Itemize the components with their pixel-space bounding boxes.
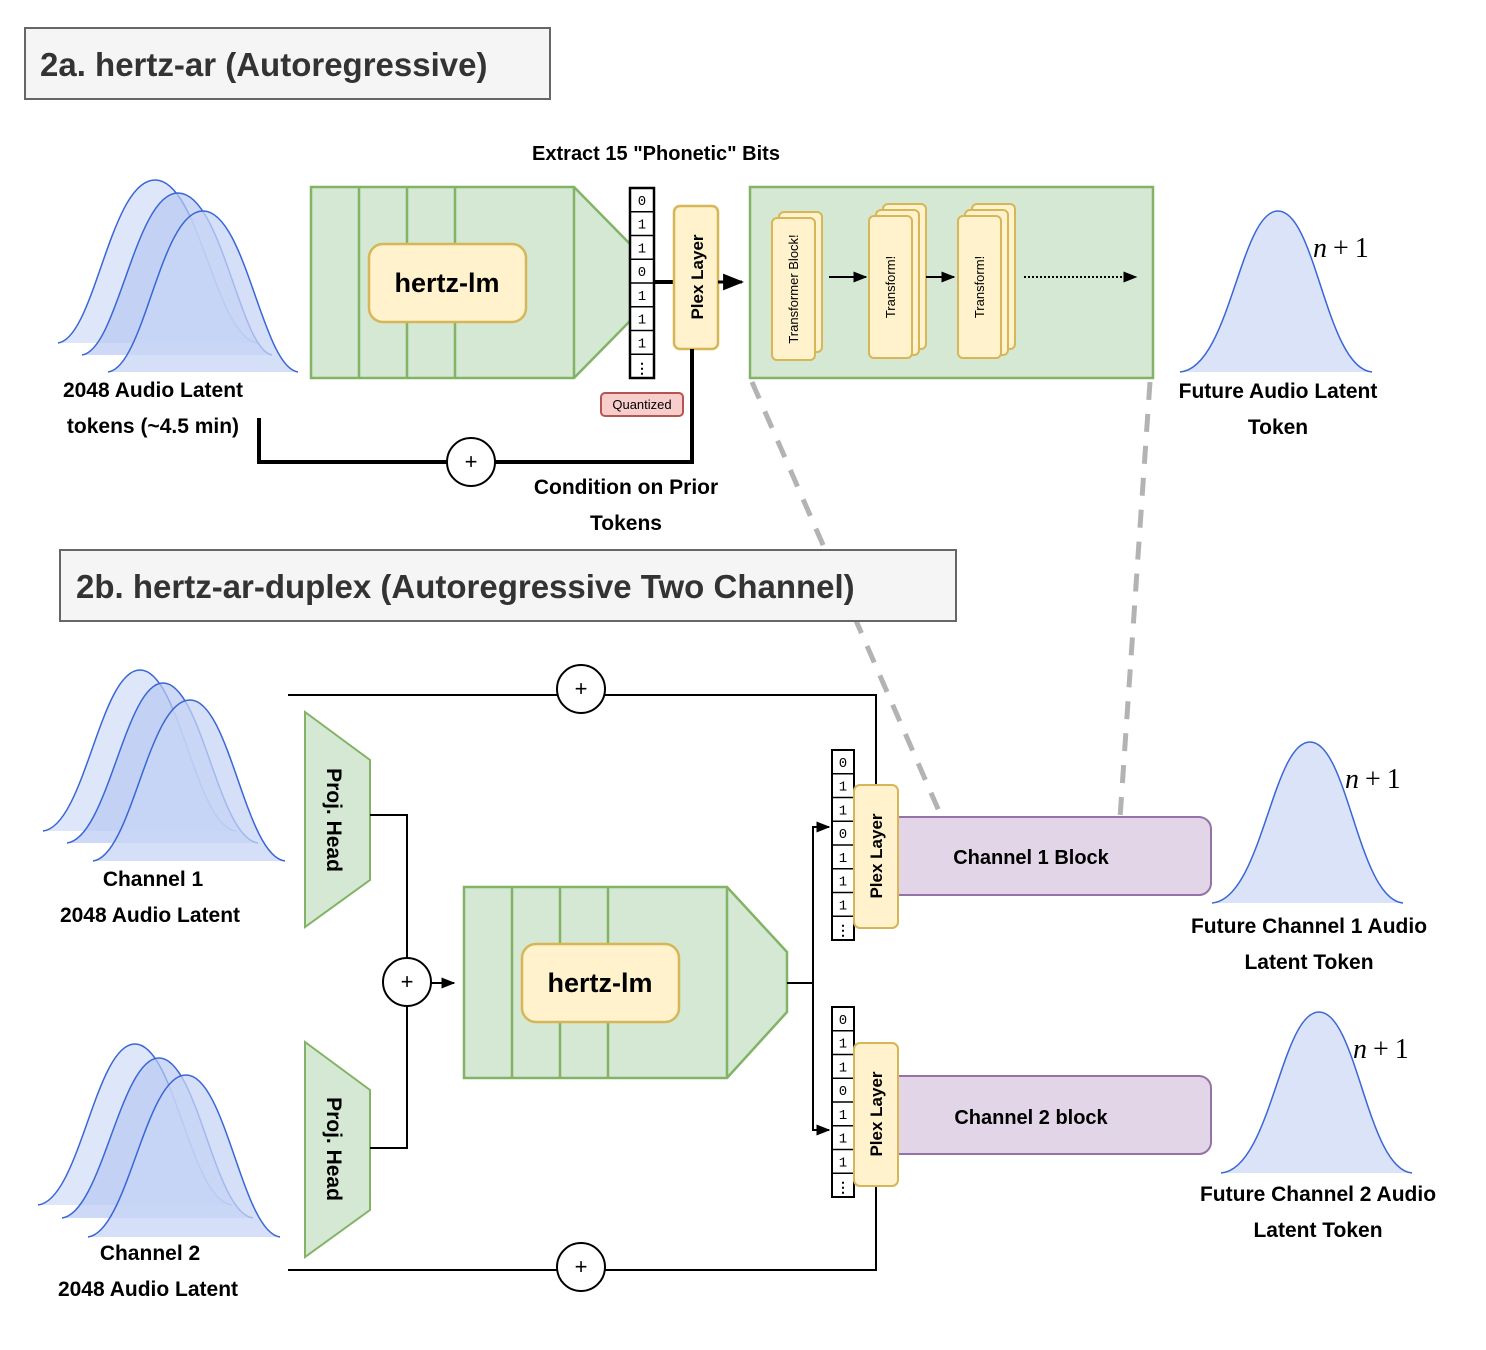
- svg-text:Transform!: Transform!: [883, 256, 898, 318]
- svg-text:Channel 2 block: Channel 2 block: [954, 1107, 1108, 1129]
- a-bit-0: 0: [638, 194, 646, 210]
- sum-node-a: +: [465, 449, 478, 474]
- ch1-bit-0: 0: [839, 756, 847, 772]
- a-bit-4: 1: [638, 289, 646, 305]
- ch1-bit-3: 0: [839, 827, 847, 843]
- channel1-output-label-line2: Latent Token: [1244, 951, 1373, 974]
- svg-text:Quantized: Quantized: [612, 397, 671, 412]
- transformer-container: Transformer Block! Transform! Transform!: [748, 185, 1155, 380]
- ch1-bit-1: 1: [839, 780, 847, 796]
- svg-text:Proj. Head: Proj. Head: [322, 1097, 345, 1201]
- architecture-diagram: 2a. hertz-ar (Autoregressive) 2048 Audio…: [24, 27, 1436, 1301]
- proj-head-1: Proj. Head: [304, 710, 371, 929]
- section-2b-title-box: 2b. hertz-ar-duplex (Autoregressive Two …: [59, 549, 957, 622]
- channel2-residual-line: +: [288, 1186, 877, 1292]
- section-2a: 2a. hertz-ar (Autoregressive) 2048 Audio…: [24, 27, 1378, 535]
- input-label-line1: 2048 Audio Latent: [63, 379, 243, 402]
- channel1-residual-line: +: [288, 664, 877, 785]
- section-2b-title: 2b. hertz-ar-duplex (Autoregressive Two …: [76, 568, 855, 605]
- channel2-input-label-line1: Channel 2: [100, 1242, 200, 1265]
- condition-label-line2: Tokens: [590, 512, 662, 535]
- transformer-block-2: Transform!: [868, 203, 927, 359]
- channel2-output-label-line2: Latent Token: [1253, 1219, 1382, 1242]
- proj-head-2: Proj. Head: [304, 1040, 371, 1259]
- sum-node-top: +: [575, 676, 588, 701]
- ch1-bit-6: 1: [839, 898, 847, 914]
- a-bit-2: 1: [638, 241, 646, 257]
- ch2-bit-3: 0: [839, 1084, 847, 1100]
- hertz-lm-label-b: hertz-lm: [547, 968, 652, 998]
- channel1-output-label-line1: Future Channel 1 Audio: [1191, 915, 1427, 938]
- input-distribution-stack: [57, 179, 299, 373]
- input-label-line2: tokens (~4.5 min): [67, 415, 239, 438]
- ch2-bit-1: 1: [839, 1037, 847, 1053]
- output-label-line2: Token: [1248, 416, 1308, 439]
- a-bit-3: 0: [638, 265, 646, 281]
- ch2-bit-5: 1: [839, 1132, 847, 1148]
- ch2-bit-0: 0: [839, 1013, 847, 1029]
- channel2-block: Channel 2 block: [879, 1075, 1212, 1155]
- plex-layer-a: Plex Layer: [672, 204, 720, 351]
- channel1-block: Channel 1 Block: [879, 816, 1212, 896]
- ch1-bit-7: ⋮: [836, 924, 850, 940]
- bits-column-a: 0 1 1 0 1 1 1 ⋮: [628, 186, 656, 380]
- channel1-input-label-line1: Channel 1: [103, 868, 204, 891]
- n-plus-1-label-channel1: n +1: [1345, 764, 1401, 795]
- svg-text:Plex Layer: Plex Layer: [867, 813, 886, 898]
- channel2-input-distribution: [37, 1043, 281, 1238]
- a-bit-6: 1: [638, 336, 646, 352]
- svg-text:Transform!: Transform!: [972, 256, 987, 318]
- condition-label-line1: Condition on Prior: [534, 476, 718, 499]
- bits-column-channel2: 0 1 1 0 1 1 1 ⋮: [831, 1006, 855, 1198]
- ch2-bit-2: 1: [839, 1060, 847, 1076]
- ch1-bit-5: 1: [839, 875, 847, 891]
- bits-column-channel1: 0 1 1 0 1 1 1 ⋮: [831, 749, 855, 941]
- channel2-input-label-line2: 2048 Audio Latent: [58, 1278, 238, 1301]
- svg-text:Channel 1 Block: Channel 1 Block: [953, 847, 1109, 869]
- channel2-output-label-line1: Future Channel 2 Audio: [1200, 1183, 1436, 1206]
- svg-text:Transformer Block!: Transformer Block!: [786, 234, 801, 343]
- hertz-lm-label: hertz-lm: [394, 268, 499, 298]
- ch2-bit-6: 1: [839, 1155, 847, 1171]
- section-2b: 2b. hertz-ar-duplex (Autoregressive Two …: [37, 549, 1436, 1301]
- section-2a-title: 2a. hertz-ar (Autoregressive): [40, 46, 487, 83]
- output-label-line1: Future Audio Latent: [1179, 380, 1378, 403]
- a-bit-7: ⋮: [635, 362, 649, 378]
- n-plus-1-label: n +1: [1313, 233, 1369, 264]
- hertz-lm-block-b: hertz-lm: [462, 885, 789, 1080]
- sum-node-bottom: +: [575, 1254, 588, 1279]
- transformer-block-1: Transformer Block!: [771, 211, 823, 361]
- ch1-bit-2: 1: [839, 803, 847, 819]
- plex-layer-channel1: Plex Layer: [853, 784, 899, 929]
- a-bit-5: 1: [638, 313, 646, 329]
- n-plus-1-label-channel2: n +1: [1353, 1034, 1409, 1065]
- a-bit-1: 1: [638, 218, 646, 234]
- ch2-bit-7: ⋮: [836, 1181, 850, 1197]
- plex-layer-channel2: Plex Layer: [853, 1042, 899, 1187]
- ch1-bit-4: 1: [839, 851, 847, 867]
- extract-bits-label: Extract 15 "Phonetic" Bits: [532, 143, 780, 165]
- svg-text:Plex Layer: Plex Layer: [867, 1071, 886, 1156]
- ch2-bit-4: 1: [839, 1108, 847, 1124]
- plex-layer-label: Plex Layer: [688, 234, 707, 319]
- hertz-lm-block: hertz-lm: [309, 185, 633, 380]
- svg-text:+: +: [401, 969, 414, 994]
- sum-node-merge: +: [382, 957, 432, 1007]
- quantized-badge: Quantized: [600, 392, 684, 417]
- channel1-input-label-line2: 2048 Audio Latent: [60, 904, 240, 927]
- svg-text:Proj. Head: Proj. Head: [322, 768, 345, 872]
- section-2a-title-box: 2a. hertz-ar (Autoregressive): [24, 27, 551, 100]
- channel1-input-distribution: [42, 669, 286, 862]
- transformer-block-3: Transform!: [957, 203, 1016, 359]
